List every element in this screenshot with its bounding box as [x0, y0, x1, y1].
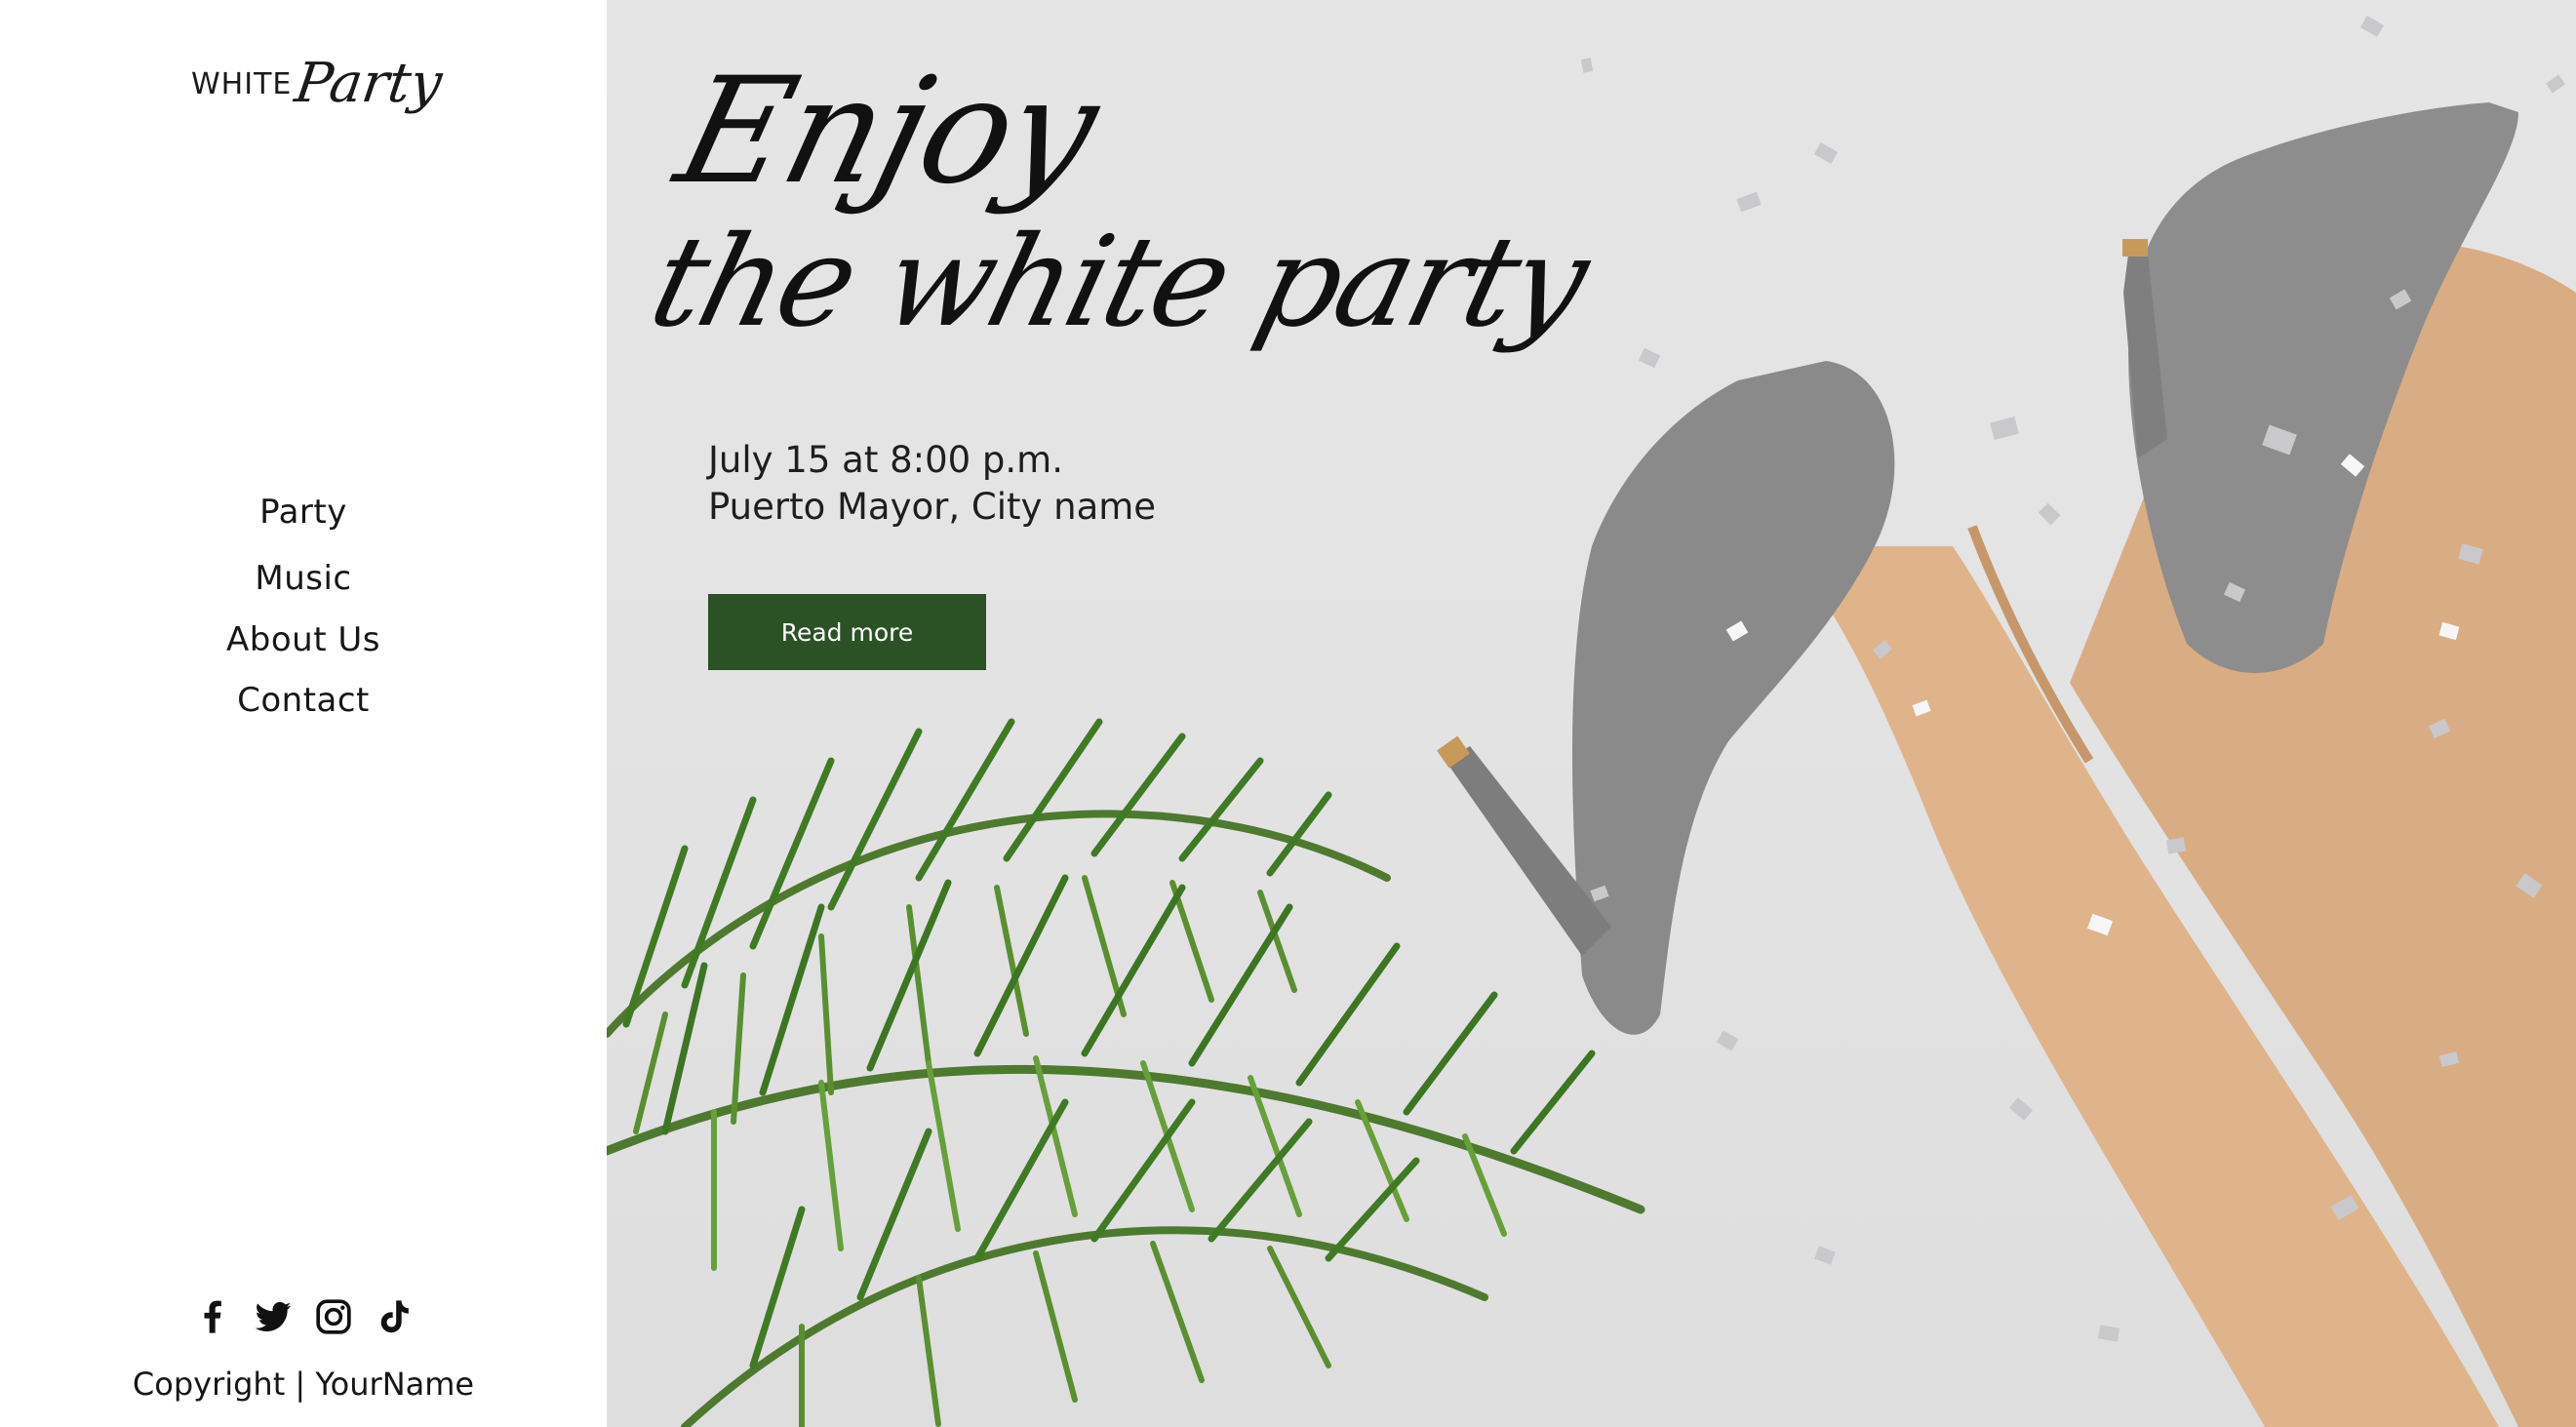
facebook-icon[interactable] [193, 1297, 232, 1336]
logo-text-white: WHITE [191, 67, 293, 101]
sidebar: WHITE Party Party Music About Us Contact… [0, 0, 607, 1427]
event-date: July 15 at 8:00 p.m. [708, 439, 1063, 481]
logo-text-party: Party [291, 52, 447, 115]
read-more-button[interactable]: Read more [708, 594, 986, 670]
logo[interactable]: WHITE Party [191, 33, 447, 115]
event-location: Puerto Mayor, City name [708, 486, 1157, 528]
social-links [0, 1294, 607, 1339]
nav-item-party[interactable]: Party [259, 493, 347, 533]
headline-line-2: the white party [637, 210, 1601, 355]
instagram-icon[interactable] [314, 1297, 353, 1336]
nav-item-contact[interactable]: Contact [237, 681, 370, 721]
event-info: July 15 at 8:00 p.m. Puerto Mayor, City … [708, 437, 1156, 531]
main-nav: Party Music About Us Contact [0, 493, 607, 721]
nav-item-music[interactable]: Music [255, 559, 351, 599]
hero-headline: Enjoy the white party [629, 47, 1641, 355]
headline-line-1: Enjoy [662, 47, 1113, 217]
twitter-icon[interactable] [254, 1297, 293, 1336]
palm-leaves [607, 718, 1645, 1427]
tiktok-icon[interactable] [375, 1297, 414, 1336]
copyright: Copyright | YourName [132, 1366, 475, 1403]
hero-section: Enjoy the white party July 15 at 8:00 p.… [607, 0, 2576, 1427]
nav-item-about-us[interactable]: About Us [226, 620, 380, 660]
